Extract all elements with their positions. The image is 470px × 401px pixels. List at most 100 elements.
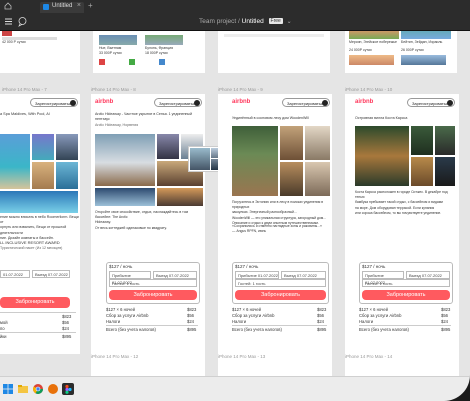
airbnb-logo[interactable]: airbnb	[232, 99, 250, 105]
price-row-label: мой	[0, 320, 8, 325]
listing-frame-4[interactable]: airbnb Зарегистрироваться Островная вилл…	[345, 94, 459, 374]
listing-title: Уединённый в сосновом лесу дом WoodenWil…	[232, 116, 309, 120]
frame-bottom-3[interactable]	[218, 361, 332, 376]
arrival-field[interactable]: Прибытие 01.07.2022	[235, 271, 279, 279]
tab-bar: Untitled × +	[0, 0, 470, 13]
price-row-label: Сбор за услуги Airbnb	[232, 313, 275, 318]
toolbar: Team project / Untitled Free ⌄	[0, 13, 470, 31]
price-total-value: $895	[62, 334, 72, 339]
register-button[interactable]: Зарегистрироваться	[407, 98, 455, 107]
checkout-field[interactable]: Выезд 07.07.2022	[32, 270, 70, 278]
frame-top-1[interactable]: 42 000 Р сутки	[0, 31, 80, 73]
price-row-value: $24	[62, 326, 69, 331]
departure-field[interactable]: Выезд 07.07.2022	[153, 271, 197, 279]
app-icon[interactable]	[47, 383, 59, 395]
user-avatar-icon	[194, 100, 200, 106]
frame-label[interactable]: iPhone 14 Pro Max - 13	[218, 354, 265, 359]
design-canvas[interactable]: 42 000 Р сутки Hue, Вьетнам 33 000Р сутк…	[0, 31, 470, 376]
figma-file-icon	[43, 4, 49, 10]
book-button[interactable]: Забронировать	[235, 290, 326, 300]
price-row-label: $127 × 6 ночей	[359, 307, 388, 312]
departure-field[interactable]: Выезд 07.07.2022	[406, 271, 450, 279]
listing-price: 18 000Р сутки	[145, 51, 168, 55]
listing-price: 26 000Р сутки	[401, 48, 424, 52]
price-total-value: $895	[317, 327, 327, 332]
price-row-value: $56	[441, 313, 448, 318]
listing-title: Островная вилла Коста Карсса	[355, 116, 408, 120]
frame-top-4[interactable]: Мерсин, Эгейское побережье 24 000Р сутки…	[345, 31, 457, 73]
arrival-field[interactable]: Прибытие 01.07.2022	[362, 271, 404, 285]
arrival-field[interactable]: Прибытие 01.07.2022	[109, 271, 151, 285]
frame-label[interactable]: iPhone 14 Pro Max - 7	[2, 87, 47, 92]
price-row-label: Налоги	[359, 319, 374, 324]
listing-title: а Spa Maldives, With Pool, Al	[0, 112, 50, 116]
arrival-value: 01.07.2022	[257, 273, 278, 278]
file-name[interactable]: Untitled	[242, 18, 264, 25]
nightly-price: $127 / ночь	[362, 264, 386, 269]
figma-taskbar-icon[interactable]	[62, 383, 74, 395]
departure-value: 07.07.2022	[421, 273, 442, 278]
guests-field[interactable]: Гостей: 1 гость	[235, 279, 326, 287]
register-button[interactable]: Зарегистрироваться	[154, 98, 202, 107]
resort-award: LL INCLUSIVE RESORT AWARD	[0, 240, 60, 245]
price-row-label: $127 × 6 ночей	[106, 307, 135, 312]
register-label: Зарегистрироваться	[287, 101, 325, 106]
comment-icon[interactable]	[17, 16, 28, 27]
frame-label[interactable]: iPhone 14 Pro Max - 12	[91, 354, 138, 359]
divider	[106, 325, 198, 326]
review-quote: «Сохранились и отменно наглядные зоны и …	[232, 224, 322, 234]
book-button[interactable]: Забронировать	[362, 290, 450, 300]
file-menu-chevron-icon[interactable]: ⌄	[287, 19, 292, 25]
frame-top-3[interactable]	[218, 31, 330, 73]
listing-description: Откройте свое спокойствие, отдых, наслаж…	[95, 210, 189, 230]
guests-field[interactable]: Гостей: 1 гость	[109, 279, 197, 287]
user-avatar-icon	[447, 100, 453, 106]
airbnb-logo[interactable]: airbnb	[95, 99, 113, 105]
register-button[interactable]: Зарегистрироваться	[282, 98, 330, 107]
listing-frame-2[interactable]: airbnb Зарегистрироваться Arctic Hideawa…	[91, 94, 205, 374]
price-row-value: $56	[317, 313, 324, 318]
listing-frame-1[interactable]: Зарегистрироваться а Spa Maldives, With …	[0, 94, 80, 354]
figma-menu-icon[interactable]	[3, 16, 14, 27]
airbnb-logo[interactable]: airbnb	[355, 99, 373, 105]
file-explorer-icon[interactable]	[17, 383, 29, 395]
guests-field[interactable]: Гостей: 1 гость	[362, 279, 450, 287]
frame-top-2[interactable]: Hue, Вьетнам 33 000Р сутки Булонь, Франц…	[93, 31, 205, 73]
tab-label: Untitled	[52, 3, 73, 9]
register-button[interactable]: Зарегистрироваться	[30, 98, 78, 107]
departure-field[interactable]: Выезд 07.07.2022	[281, 271, 326, 279]
booking-widget: $127 / ночь Прибытие 01.07.2022 Выезд 07…	[359, 262, 453, 304]
listing-name: Бейтин, Зейдан, Израиль	[401, 40, 443, 44]
listing-title: Arctic Hideaway - Частное укрытие в Сень…	[95, 112, 192, 122]
frame-label[interactable]: iPhone 14 Pro Max - 8	[91, 87, 136, 92]
nightly-price: $127 / ночь	[109, 264, 133, 269]
listing-location: Arctic Hideaway, Норвегия	[95, 123, 139, 127]
home-icon[interactable]	[4, 2, 12, 10]
book-button[interactable]: Забронировать	[0, 297, 70, 308]
chrome-icon[interactable]	[32, 383, 44, 395]
listing-frame-3[interactable]: airbnb Зарегистрироваться Уединённый в с…	[218, 94, 332, 374]
new-tab-icon[interactable]: +	[88, 1, 93, 10]
checkin-field[interactable]: 01.07.2022	[0, 270, 30, 278]
book-button[interactable]: Забронировать	[109, 290, 197, 300]
app-window: Untitled × + Team project / Untitled Fre…	[0, 0, 470, 401]
listing-name: Мерсин, Эгейское побережье	[349, 40, 397, 44]
frame-label[interactable]: iPhone 14 Pro Max - 9	[218, 87, 263, 92]
guests-value: Гостей: 1 гость	[238, 281, 266, 286]
frame-label[interactable]: iPhone 14 Pro Max - 14	[345, 354, 392, 359]
tab-close-icon[interactable]: ×	[77, 2, 81, 9]
checkout-value: 07.07.2022	[47, 272, 68, 277]
listing-description: ение можно вписать в небо Roomerliorm. В…	[0, 215, 79, 240]
departure-label: Выезд	[156, 273, 168, 278]
arrival-label: Прибытие	[365, 273, 384, 278]
file-tab[interactable]: Untitled ×	[40, 2, 84, 13]
price-total-label: Всего (без учета налогов)	[232, 327, 282, 332]
frame-bottom-2[interactable]	[91, 361, 205, 376]
windows-start-icon[interactable]	[2, 383, 14, 395]
divider	[359, 325, 451, 326]
listing-price: 33 000Р сутки	[99, 51, 122, 55]
frame-label[interactable]: iPhone 14 Pro Max - 10	[345, 87, 392, 92]
project-name[interactable]: Team project	[199, 18, 236, 25]
price-row-value: $24	[317, 319, 324, 324]
frame-bottom-4[interactable]	[345, 361, 459, 376]
